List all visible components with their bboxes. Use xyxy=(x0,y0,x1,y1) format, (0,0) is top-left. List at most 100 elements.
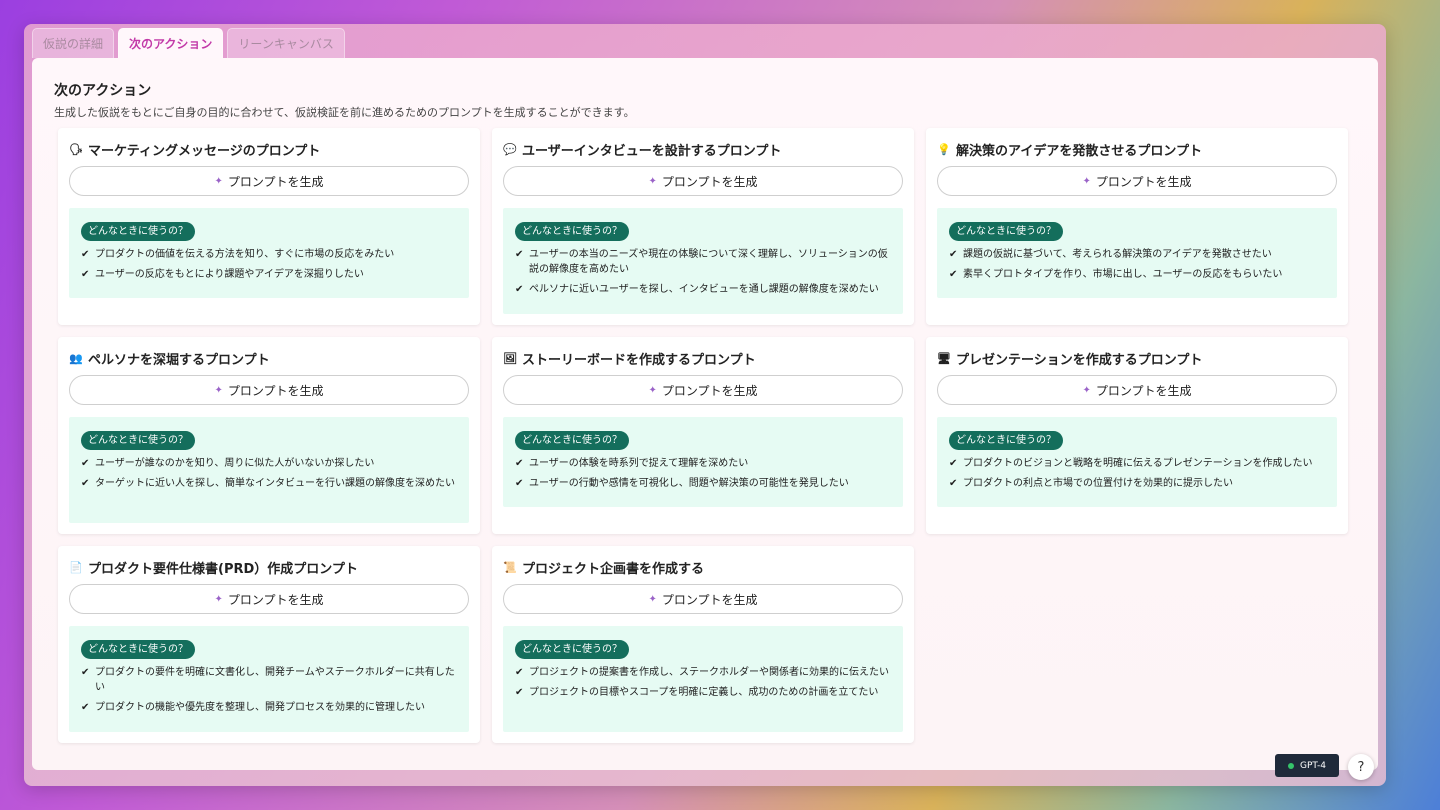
card-title-text: プロジェクト企画書を作成する xyxy=(522,561,705,577)
framed-picture-icon: 🖼 xyxy=(503,351,517,365)
card-title: 🗣 マーケティングメッセージのプロンプト xyxy=(69,140,469,159)
usage-item-text: ユーザーの本当のニーズや現在の体験について深く理解し、ソリューションの仮説の解像… xyxy=(529,249,888,275)
tab-next-actions[interactable]: 次のアクション xyxy=(118,28,224,58)
usage-badge: どんなときに使うの？ xyxy=(515,222,629,241)
card-title: 📜 プロジェクト企画書を作成する xyxy=(503,558,903,577)
usage-badge: どんなときに使うの？ xyxy=(515,431,629,450)
usage-list: ✔ プロダクトの要件を明確に文書化し、開発チームやステークホルダーに共有したい … xyxy=(81,665,457,715)
usage-box: どんなときに使うの？ ✔ プロダクトのビジョンと戦略を明確に伝えるプレゼンテーシ… xyxy=(937,417,1337,507)
card-title: 💡 解決策のアイデアを発散させるプロンプト xyxy=(937,140,1337,159)
usage-item: ✔ ペルソナに近いユーザーを探し、インタビューを通し課題の解像度を深めたい xyxy=(515,282,891,297)
prompt-card: 💡 解決策のアイデアを発散させるプロンプト ✦ プロンプトを生成 どんなときに使… xyxy=(926,128,1348,325)
tab-bar: 仮説の詳細 次のアクション リーンキャンバス xyxy=(32,28,345,58)
generate-prompt-button[interactable]: ✦ プロンプトを生成 xyxy=(69,375,469,405)
tab-hypothesis-details[interactable]: 仮説の詳細 xyxy=(32,28,115,58)
usage-list: ✔ プロダクトの価値を伝える方法を知り、すぐに市場の反応をみたい ✔ ユーザーの… xyxy=(81,247,457,282)
usage-item-text: ペルソナに近いユーザーを探し、インタビューを通し課題の解像度を深めたい xyxy=(529,284,879,295)
usage-box: どんなときに使うの？ ✔ ユーザーが誰なのかを知り、周りに似た人がいないか探した… xyxy=(69,417,469,523)
generate-prompt-label: プロンプトを生成 xyxy=(227,383,324,398)
card-title-text: プレゼンテーションを作成するプロンプト xyxy=(956,352,1203,368)
generate-prompt-button[interactable]: ✦ プロンプトを生成 xyxy=(69,166,469,196)
sparkle-icon: ✦ xyxy=(1082,175,1091,187)
usage-item-text: プロダクトの要件を明確に文書化し、開発チームやステークホルダーに共有したい xyxy=(95,667,455,693)
prompt-card: 🖼 ストーリーボードを作成するプロンプト ✦ プロンプトを生成 どんなときに使う… xyxy=(492,337,914,534)
usage-list: ✔ ユーザーが誰なのかを知り、周りに似た人がいないか探したい ✔ ターゲットに近… xyxy=(81,456,457,491)
usage-box: どんなときに使うの？ ✔ プロダクトの要件を明確に文書化し、開発チームやステーク… xyxy=(69,626,469,732)
prompt-card: 💬 ユーザーインタビューを設計するプロンプト ✦ プロンプトを生成 どんなときに… xyxy=(492,128,914,325)
check-icon: ✔ xyxy=(81,269,90,280)
light-bulb-icon: 💡 xyxy=(937,142,951,156)
generate-prompt-label: プロンプトを生成 xyxy=(661,592,758,607)
usage-badge: どんなときに使うの？ xyxy=(81,640,195,659)
people-icon: 👥 xyxy=(69,351,83,365)
usage-item-text: プロジェクトの目標やスコープを明確に定義し、成功のための計画を立てたい xyxy=(529,687,879,698)
usage-box: どんなときに使うの？ ✔ 課題の仮説に基づいて、考えられる解決策のアイデアを発散… xyxy=(937,208,1337,298)
help-button[interactable]: ? xyxy=(1348,754,1374,780)
generate-prompt-label: プロンプトを生成 xyxy=(661,383,758,398)
usage-item: ✔ プロダクトの要件を明確に文書化し、開発チームやステークホルダーに共有したい xyxy=(81,665,457,695)
card-title-text: マーケティングメッセージのプロンプト xyxy=(88,143,321,159)
check-icon: ✔ xyxy=(81,249,90,260)
section-description: 生成した仮説をもとにご自身の目的に合わせて、仮説検証を前に進めるためのプロンプト… xyxy=(54,106,635,119)
usage-item-text: プロダクトの機能や優先度を整理し、開発プロセスを効果的に管理したい xyxy=(95,702,425,713)
check-icon: ✔ xyxy=(515,478,524,489)
section-title: 次のアクション xyxy=(54,83,152,99)
usage-item-text: ユーザーの体験を時系列で捉えて理解を深めたい xyxy=(529,458,749,469)
generate-prompt-button[interactable]: ✦ プロンプトを生成 xyxy=(503,375,903,405)
usage-item: ✔ プロダクトのビジョンと戦略を明確に伝えるプレゼンテーションを作成したい xyxy=(949,456,1325,471)
card-title: 💬 ユーザーインタビューを設計するプロンプト xyxy=(503,140,903,159)
generate-prompt-label: プロンプトを生成 xyxy=(227,174,324,189)
check-icon: ✔ xyxy=(515,458,524,469)
model-indicator[interactable]: GPT-4 xyxy=(1275,754,1339,777)
prompt-card-grid: 🗣 マーケティングメッセージのプロンプト ✦ プロンプトを生成 どんなときに使う… xyxy=(58,128,1348,743)
prompt-card: 👥 ペルソナを深堀するプロンプト ✦ プロンプトを生成 どんなときに使うの？ ✔… xyxy=(58,337,480,534)
usage-item: ✔ ユーザーが誰なのかを知り、周りに似た人がいないか探したい xyxy=(81,456,457,471)
card-title-text: ペルソナを深堀するプロンプト xyxy=(88,352,270,368)
sparkle-icon: ✦ xyxy=(1082,384,1091,396)
usage-item: ✔ プロダクトの機能や優先度を整理し、開発プロセスを効果的に管理したい xyxy=(81,700,457,715)
check-icon: ✔ xyxy=(949,249,958,260)
usage-list: ✔ 課題の仮説に基づいて、考えられる解決策のアイデアを発散させたい ✔ 素早くプ… xyxy=(949,247,1325,282)
usage-item-text: プロジェクトの提案書を作成し、ステークホルダーや関係者に効果的に伝えたい xyxy=(529,667,889,678)
sparkle-icon: ✦ xyxy=(214,384,223,396)
generate-prompt-label: プロンプトを生成 xyxy=(1095,383,1192,398)
generate-prompt-button[interactable]: ✦ プロンプトを生成 xyxy=(503,166,903,196)
monitor-icon: 🖥 xyxy=(937,351,951,365)
next-actions-panel: 次のアクション 生成した仮説をもとにご自身の目的に合わせて、仮説検証を前に進める… xyxy=(32,58,1378,770)
usage-box: どんなときに使うの？ ✔ プロジェクトの提案書を作成し、ステークホルダーや関係者… xyxy=(503,626,903,732)
usage-item: ✔ プロダクトの利点と市場での位置付けを効果的に提示したい xyxy=(949,476,1325,491)
check-icon: ✔ xyxy=(515,667,524,678)
document-icon: 📄 xyxy=(69,560,83,574)
usage-item-text: ターゲットに近い人を探し、簡単なインタビューを行い課題の解像度を深めたい xyxy=(95,478,455,489)
check-icon: ✔ xyxy=(949,269,958,280)
usage-list: ✔ ユーザーの本当のニーズや現在の体験について深く理解し、ソリューションの仮説の… xyxy=(515,247,891,297)
check-icon: ✔ xyxy=(81,667,90,678)
generate-prompt-button[interactable]: ✦ プロンプトを生成 xyxy=(937,166,1337,196)
usage-item-text: 課題の仮説に基づいて、考えられる解決策のアイデアを発散させたい xyxy=(963,249,1272,260)
sparkle-icon: ✦ xyxy=(648,384,657,396)
tab-lean-canvas[interactable]: リーンキャンバス xyxy=(227,28,345,58)
usage-badge: どんなときに使うの？ xyxy=(515,640,629,659)
usage-list: ✔ ユーザーの体験を時系列で捉えて理解を深めたい ✔ ユーザーの行動や感情を可視… xyxy=(515,456,891,491)
usage-item-text: プロダクトの価値を伝える方法を知り、すぐに市場の反応をみたい xyxy=(95,249,395,260)
check-icon: ✔ xyxy=(81,478,90,489)
usage-item-text: プロダクトのビジョンと戦略を明確に伝えるプレゼンテーションを作成したい xyxy=(963,458,1313,469)
usage-box: どんなときに使うの？ ✔ ユーザーの本当のニーズや現在の体験について深く理解し、… xyxy=(503,208,903,314)
generate-prompt-button[interactable]: ✦ プロンプトを生成 xyxy=(69,584,469,614)
check-icon: ✔ xyxy=(515,284,524,295)
usage-list: ✔ プロジェクトの提案書を作成し、ステークホルダーや関係者に効果的に伝えたい ✔… xyxy=(515,665,891,700)
usage-item: ✔ ユーザーの本当のニーズや現在の体験について深く理解し、ソリューションの仮説の… xyxy=(515,247,891,277)
usage-item: ✔ プロダクトの価値を伝える方法を知り、すぐに市場の反応をみたい xyxy=(81,247,457,262)
generate-prompt-label: プロンプトを生成 xyxy=(227,592,324,607)
sparkle-icon: ✦ xyxy=(214,175,223,187)
usage-badge: どんなときに使うの？ xyxy=(81,431,195,450)
usage-box: どんなときに使うの？ ✔ ユーザーの体験を時系列で捉えて理解を深めたい ✔ ユー… xyxy=(503,417,903,507)
check-icon: ✔ xyxy=(81,458,90,469)
prompt-card: 🗣 マーケティングメッセージのプロンプト ✦ プロンプトを生成 どんなときに使う… xyxy=(58,128,480,325)
speech-bubble-icon: 💬 xyxy=(503,142,517,156)
generate-prompt-button[interactable]: ✦ プロンプトを生成 xyxy=(503,584,903,614)
usage-item: ✔ 課題の仮説に基づいて、考えられる解決策のアイデアを発散させたい xyxy=(949,247,1325,262)
generate-prompt-button[interactable]: ✦ プロンプトを生成 xyxy=(937,375,1337,405)
card-title-text: 解決策のアイデアを発散させるプロンプト xyxy=(956,143,1202,159)
check-icon: ✔ xyxy=(81,702,90,713)
